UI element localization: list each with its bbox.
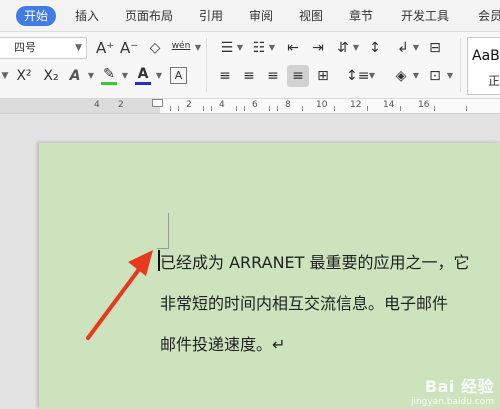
watermark-url: jingyan.baidu.com [410, 397, 494, 407]
baidu-watermark: Bai 经验 jingyan.baidu.com [411, 373, 494, 407]
annotation-arrow-icon [86, 250, 153, 340]
watermark-logo: Bai 经验 [424, 377, 494, 396]
